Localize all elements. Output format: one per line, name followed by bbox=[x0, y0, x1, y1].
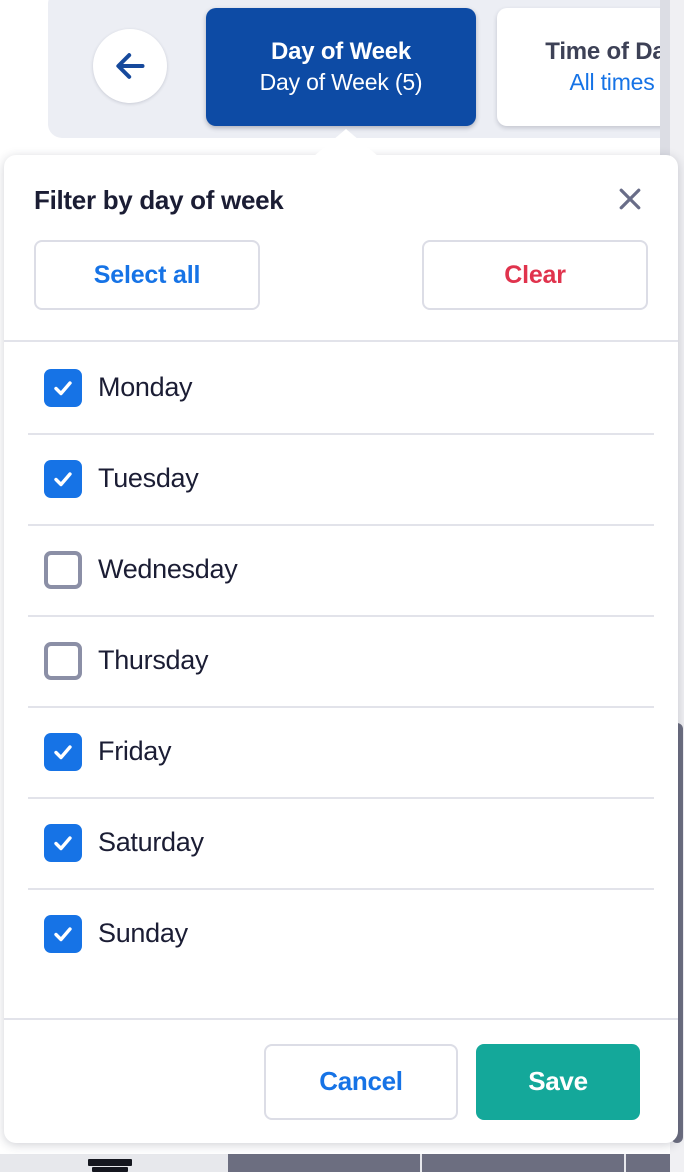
background-chart-bar-secondary bbox=[92, 1167, 128, 1172]
list-item-label: Wednesday bbox=[98, 554, 238, 584]
back-button[interactable] bbox=[93, 29, 167, 103]
filter-chip-title: Time of Day bbox=[545, 38, 679, 65]
arrow-left-icon bbox=[110, 46, 150, 86]
list-item-label: Tuesday bbox=[98, 463, 199, 493]
popover-bulk-actions: Select all Clear bbox=[4, 216, 678, 310]
divider bbox=[420, 1154, 422, 1172]
list-item-label: Saturday bbox=[98, 827, 204, 857]
divider bbox=[624, 1154, 626, 1172]
cancel-button[interactable]: Cancel bbox=[264, 1043, 458, 1120]
filter-chip-time-of-day[interactable]: Time of Day All times bbox=[497, 8, 684, 126]
popover-footer: Cancel Save bbox=[4, 1018, 678, 1143]
filter-chip-day-of-week[interactable]: Day of Week Day of Week (5) bbox=[206, 8, 476, 126]
checkbox-checked-icon[interactable] bbox=[44, 914, 82, 953]
popover-caret bbox=[314, 129, 378, 156]
day-of-week-list: Monday Tuesday Wednesday Thursday Friday… bbox=[4, 342, 678, 979]
list-item-thursday[interactable]: Thursday bbox=[28, 615, 654, 706]
checkbox-checked-icon[interactable] bbox=[44, 823, 82, 862]
list-item-label: Friday bbox=[98, 736, 172, 766]
clear-button[interactable]: Clear bbox=[422, 240, 648, 310]
popover-title: Filter by day of week bbox=[34, 185, 284, 215]
background-bottom-bar bbox=[228, 1154, 670, 1172]
checkbox-checked-icon[interactable] bbox=[44, 368, 82, 407]
list-item-label: Monday bbox=[98, 372, 193, 402]
close-icon bbox=[615, 184, 645, 219]
select-all-button[interactable]: Select all bbox=[34, 240, 260, 310]
popover-header: Filter by day of week bbox=[4, 155, 678, 216]
list-item-monday[interactable]: Monday bbox=[28, 342, 654, 433]
filter-chip-title: Day of Week bbox=[270, 38, 412, 65]
list-item-label: Thursday bbox=[98, 645, 209, 675]
list-item-friday[interactable]: Friday bbox=[28, 706, 654, 797]
list-item-wednesday[interactable]: Wednesday bbox=[28, 524, 654, 615]
filter-chip-subtitle: All times bbox=[569, 69, 655, 95]
close-button[interactable] bbox=[608, 179, 652, 223]
filter-chip-subtitle: Day of Week (5) bbox=[259, 69, 423, 95]
day-of-week-filter-popover: Filter by day of week Select all Clear M… bbox=[4, 129, 678, 1143]
checkbox-checked-icon[interactable] bbox=[44, 732, 82, 771]
list-item-saturday[interactable]: Saturday bbox=[28, 797, 654, 888]
checkbox-checked-icon[interactable] bbox=[44, 459, 82, 498]
list-item-sunday[interactable]: Sunday bbox=[28, 888, 654, 979]
save-button[interactable]: Save bbox=[476, 1043, 640, 1120]
checkbox-unchecked-icon[interactable] bbox=[44, 641, 82, 680]
checkbox-unchecked-icon[interactable] bbox=[44, 550, 82, 589]
background-chart-bar bbox=[88, 1159, 132, 1166]
list-item-tuesday[interactable]: Tuesday bbox=[28, 433, 654, 524]
list-item-label: Sunday bbox=[98, 918, 188, 948]
